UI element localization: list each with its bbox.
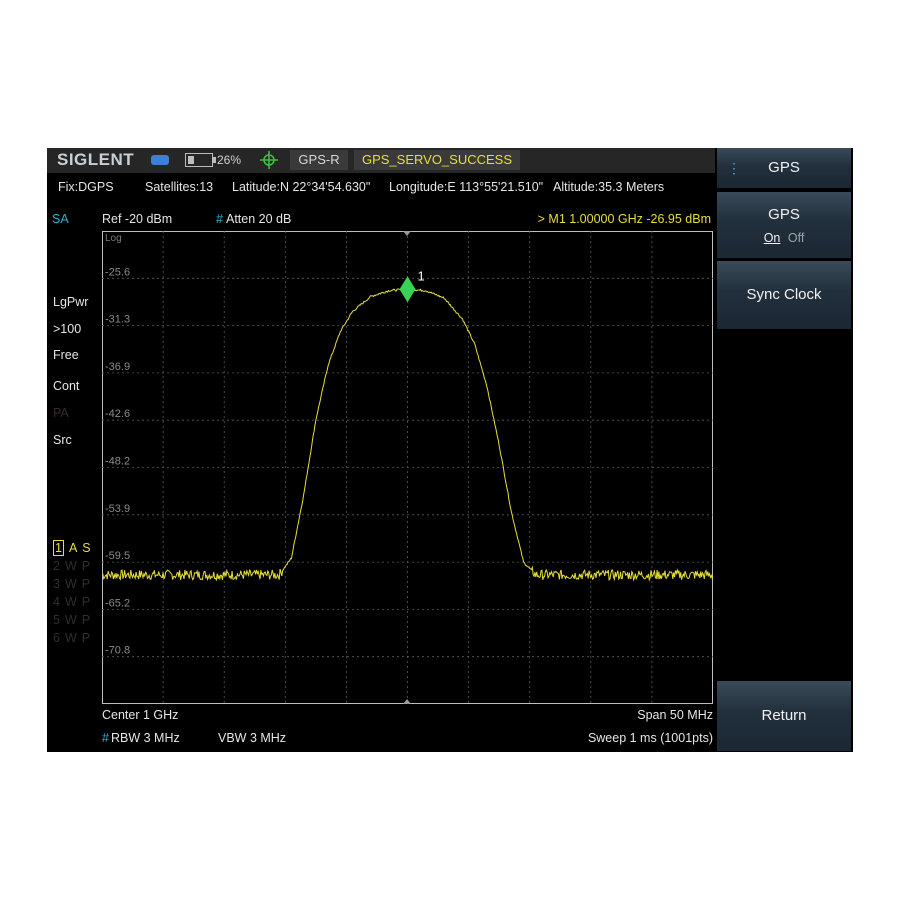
battery-fill xyxy=(188,156,194,164)
center-top-indicator xyxy=(403,231,411,236)
marker-1-label: 1 xyxy=(418,268,425,283)
measure-bar: SA Ref -20 dBm # Atten 20 dB > M1 1.0000… xyxy=(47,209,715,229)
scale-type-label: Log xyxy=(105,233,122,244)
trace-3-field: P xyxy=(81,577,91,591)
spectrum-plot: Log -25.6-31.3-36.9-42.6-48.2-53.9-59.5-… xyxy=(102,231,713,704)
trace-3-field: 3 xyxy=(53,577,60,591)
y-tick-label: -48.2 xyxy=(105,456,130,468)
battery-icon xyxy=(185,153,216,167)
trace-3-field: W xyxy=(64,577,77,591)
sweep-mode: Cont xyxy=(53,379,80,393)
trace-1-field: A xyxy=(68,541,78,555)
y-tick-labels: -25.6 -31.3 -36.9 -42.6 -48.2 -53.9 -59.5 -65.2… xyxy=(105,266,130,656)
gps-off-option[interactable]: Off xyxy=(788,231,804,245)
analyzer-screen: SIGLENT 26% GPS-R GPS_SERVO_SUCCESS Fix:… xyxy=(47,148,853,752)
trace-4-field: 4 xyxy=(53,595,60,609)
y-tick-label: -42.6 xyxy=(105,408,130,420)
atten-value[interactable]: Atten 20 dB xyxy=(226,212,291,226)
trace-status-2: 2WP xyxy=(53,559,95,573)
trace-2-field: P xyxy=(81,559,91,573)
softkey-return[interactable]: Return xyxy=(717,681,851,751)
frequency-bar: Center 1 GHz Span 50 MHz xyxy=(102,708,713,726)
gps-toggle-label: GPS xyxy=(768,206,800,223)
softkey-title-label: GPS xyxy=(768,159,800,176)
y-tick-label: -65.2 xyxy=(105,597,130,609)
trace-5-field: P xyxy=(81,613,91,627)
center-bottom-indicator xyxy=(403,699,411,704)
gps-longitude: Longitude:E 113°55'21.510" xyxy=(389,180,544,194)
trace-5-field: 5 xyxy=(53,613,60,627)
marker-layer: 1 xyxy=(399,268,425,303)
y-tick-label: -31.3 xyxy=(105,314,130,326)
gps-mode-badge: GPS-R xyxy=(290,150,348,170)
servo-status-badge: GPS_SERVO_SUCCESS xyxy=(354,150,520,170)
brand-logo: SIGLENT xyxy=(57,150,135,169)
trace-status-5: 5WP xyxy=(53,613,95,627)
rbw-value[interactable]: RBW 3 MHz xyxy=(111,731,180,745)
gps-info-bar: Fix:DGPS Satellites:13 Latitude:N 22°34'… xyxy=(47,177,715,199)
trace-6-field: 6 xyxy=(53,631,60,645)
mode-label: SA xyxy=(52,212,69,226)
gps-crosshair-icon xyxy=(260,151,278,169)
trace-status-3: 3WP xyxy=(53,577,95,591)
average-type: LgPwr xyxy=(53,295,89,309)
bandwidth-bar: # RBW 3 MHz VBW 3 MHz Sweep 1 ms (1001pt… xyxy=(102,731,713,749)
center-frequency[interactable]: Center 1 GHz xyxy=(102,708,178,722)
trace-1-field: S xyxy=(82,541,91,555)
rbw-mark: # xyxy=(102,731,109,745)
gps-latitude: Latitude:N 22°34'54.630" xyxy=(232,180,371,194)
gps-altitude: Altitude:35.3 Meters xyxy=(553,180,665,194)
trace-4-field: W xyxy=(64,595,77,609)
trace-6-field: W xyxy=(64,631,77,645)
preamp-indicator: PA xyxy=(53,406,69,420)
ref-level[interactable]: Ref -20 dBm xyxy=(102,212,172,226)
status-bar: SIGLENT 26% GPS-R GPS_SERVO_SUCCESS xyxy=(47,148,715,173)
gps-on-option[interactable]: On xyxy=(764,231,781,245)
gps-fix: Fix:DGPS xyxy=(58,180,114,194)
trigger-mode: Free xyxy=(53,348,79,362)
softkey-sync-clock[interactable]: Sync Clock xyxy=(717,261,851,329)
trace-1-field: 1 xyxy=(53,540,64,556)
softkey-gps-toggle[interactable]: GPS On Off xyxy=(717,192,851,258)
y-tick-label: -70.8 xyxy=(105,645,130,657)
vbw-value[interactable]: VBW 3 MHz xyxy=(218,731,286,745)
trace-4-field: P xyxy=(81,595,91,609)
average-count: >100 xyxy=(53,322,82,336)
source-indicator: Src xyxy=(53,433,72,447)
menu-dots-icon: ⋮ xyxy=(727,160,741,176)
marker-readout: > M1 1.00000 GHz -26.95 dBm xyxy=(537,212,711,226)
y-tick-label: -36.9 xyxy=(105,361,130,373)
y-tick-label: -25.6 xyxy=(105,266,130,278)
usb-icon xyxy=(151,155,169,165)
trace-status-4: 4WP xyxy=(53,595,95,609)
softkey-menu: ⋮ GPS GPS On Off Sync Clock Return xyxy=(717,148,853,752)
gps-satellites: Satellites:13 xyxy=(145,180,214,194)
trace-5-field: W xyxy=(64,613,77,627)
y-tick-label: -59.5 xyxy=(105,550,130,562)
trace-6-field: P xyxy=(81,631,91,645)
span-value[interactable]: Span 50 MHz xyxy=(637,708,713,722)
trace-2-field: 2 xyxy=(53,559,60,573)
sweep-time[interactable]: Sweep 1 ms (1001pts) xyxy=(588,731,713,745)
trace-status-6: 6WP xyxy=(53,631,95,645)
atten-mark: # xyxy=(216,212,223,226)
battery-percent: 26% xyxy=(217,153,242,167)
y-tick-label: -53.9 xyxy=(105,503,130,515)
trace-status-1: 1AS xyxy=(53,540,96,556)
softkey-title-gps: ⋮ GPS xyxy=(717,148,851,188)
marker-1-diamond xyxy=(399,276,416,303)
trace-2-field: W xyxy=(64,559,77,573)
